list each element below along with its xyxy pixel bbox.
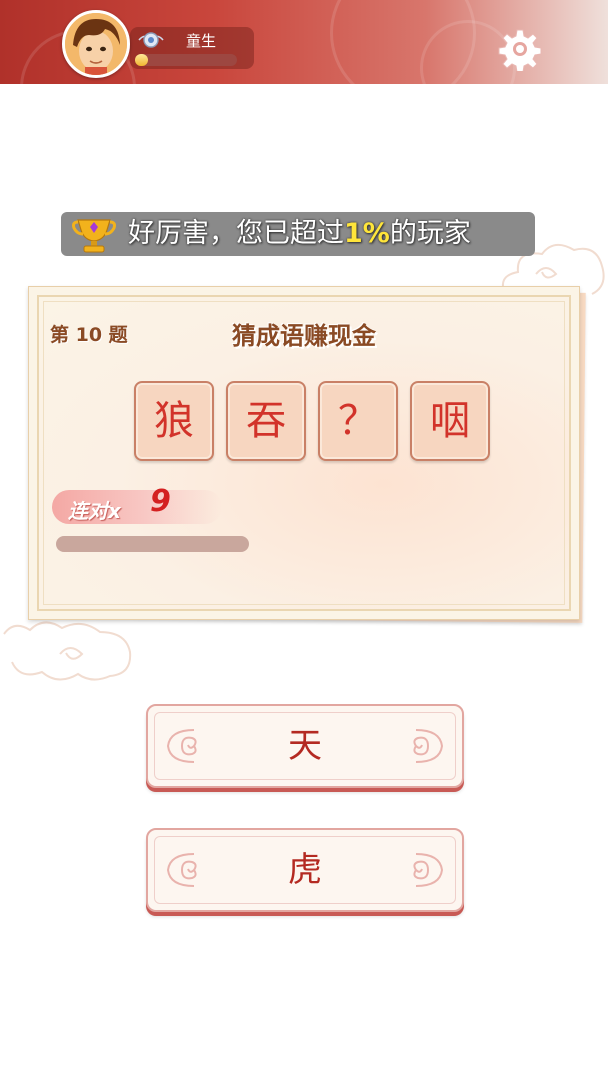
exp-progress-fill xyxy=(135,54,149,66)
rank-banner-text: 好厉害，您已超过1%的玩家 xyxy=(128,216,471,252)
streak-count: 9 xyxy=(150,484,171,519)
idiom-char-tile: 狼 xyxy=(134,381,214,461)
rank-title: 童生 xyxy=(186,32,217,50)
idiom-blank-tile: ？ xyxy=(318,381,398,461)
rank-badge-icon xyxy=(138,32,164,48)
trophy-icon xyxy=(72,219,116,253)
card-title: 猜成语赚现金 xyxy=(232,322,376,350)
idiom-char-tile: 咽 xyxy=(410,381,490,461)
idiom-char-tile: 吞 xyxy=(226,381,306,461)
answer-label: 天 xyxy=(288,726,322,766)
answer-label: 虎 xyxy=(288,850,322,890)
exp-progress-bar xyxy=(135,54,237,66)
banner-percent: 1% xyxy=(344,218,390,249)
streak-label: 连对x xyxy=(68,499,121,523)
timer-bar-fill xyxy=(56,536,249,552)
gear-icon[interactable] xyxy=(498,27,542,71)
question-number: 第 10 题 xyxy=(50,324,128,346)
answer-button-2[interactable]: 虎 xyxy=(146,828,464,912)
timer-bar xyxy=(56,536,388,552)
banner-text-suffix: 的玩家 xyxy=(389,218,471,249)
banner-text-prefix: 好厉害，您已超过 xyxy=(128,218,344,249)
answer-button-1[interactable]: 天 xyxy=(146,704,464,788)
player-avatar[interactable] xyxy=(62,10,130,78)
cloud-decoration xyxy=(3,621,132,681)
avatar-face-icon xyxy=(65,13,127,75)
